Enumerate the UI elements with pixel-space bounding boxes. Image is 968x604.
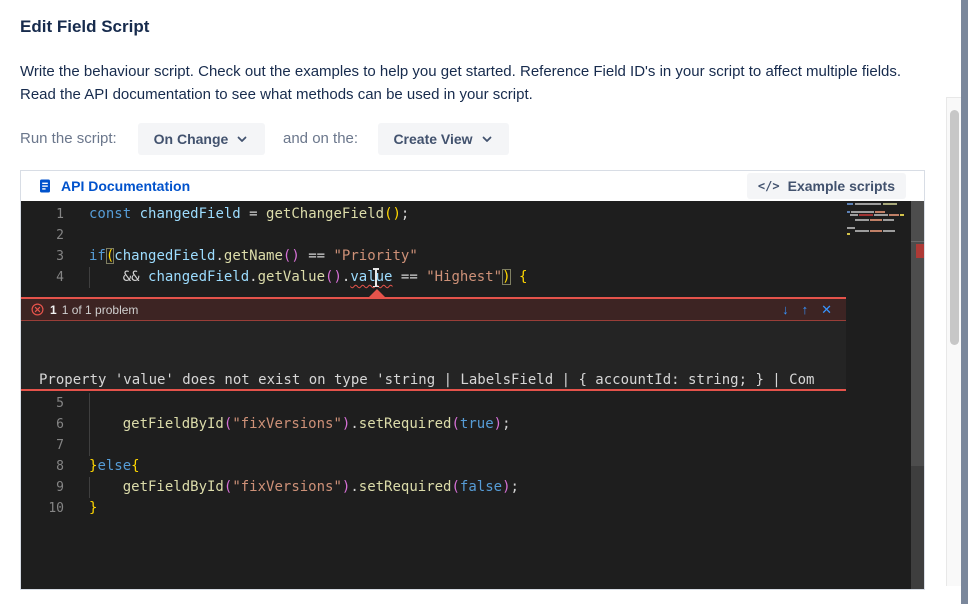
minimap-line [874,214,888,216]
minimap-line [847,211,850,213]
chevron-down-icon [480,132,494,146]
problem-message-line-1: Property 'value' does not exist on type … [21,370,846,389]
minimap-line [883,230,895,232]
run-script-label: Run the script: [20,130,117,147]
code-line[interactable]: 7 [21,435,924,456]
minimap-line [851,211,874,213]
close-icon[interactable]: ✕ [821,303,832,316]
next-problem-icon[interactable]: ↓ [782,303,789,316]
code-line[interactable]: 8}else{ [21,456,924,477]
code-line[interactable]: 2 [21,225,924,246]
minimap-line [870,230,882,232]
problem-widget-header: 1 1 of 1 problem ↓ ↑ ✕ [21,299,846,321]
line-number: 4 [21,267,64,288]
problem-count: 1 [50,303,57,317]
line-number: 9 [21,477,64,498]
minimap-slider-edge [911,241,924,242]
minimap-line [889,214,899,216]
minimap-line [855,230,869,232]
line-number: 3 [21,246,64,267]
code-line[interactable]: 5 [21,393,924,414]
document-icon [37,178,53,194]
trigger-dropdown-value: On Change [154,131,229,147]
problem-navigator-label: 1 of 1 problem [62,303,139,317]
page-scrollbar-thumb[interactable] [950,110,959,345]
line-number: 7 [21,435,64,456]
line-number: 10 [21,498,64,519]
editor-scrollbar[interactable] [911,201,924,589]
api-documentation-label: API Documentation [61,178,190,194]
code-block-top: 1const changedField = getChangeField();2… [21,204,924,288]
code-block-bottom: 56 getFieldById("fixVersions").setRequir… [21,393,924,519]
script-editor-container: API Documentation </> Example scripts 1c… [20,170,925,590]
minimap-line [900,214,904,216]
page-title: Edit Field Script [20,17,149,37]
error-icon [31,303,44,316]
trigger-dropdown[interactable]: On Change [138,123,265,155]
code-line[interactable]: 6 getFieldById("fixVersions").setRequire… [21,414,924,435]
minimap-line [847,203,853,205]
page-description: Write the behaviour script. Check out th… [20,60,936,106]
line-number: 6 [21,414,64,435]
code-line[interactable]: 3if(changedField.getName() == "Priority" [21,246,924,267]
line-number: 2 [21,225,64,246]
code-line[interactable]: 1const changedField = getChangeField(); [21,204,924,225]
minimap-line [850,214,858,216]
minimap-line [883,203,897,205]
minimap[interactable] [846,202,911,242]
view-dropdown-value: Create View [393,131,472,147]
code-editor[interactable]: 1const changedField = getChangeField();2… [21,201,924,589]
code-line[interactable]: 4 && changedField.getValue().value == "H… [21,267,924,288]
code-icon: </> [758,179,780,193]
code-line[interactable]: 9 getFieldById("fixVersions").setRequire… [21,477,924,498]
line-number: 8 [21,456,64,477]
minimap-line [855,219,869,221]
example-scripts-button[interactable]: </> Example scripts [747,173,906,199]
minimap-line [859,214,873,216]
problem-widget: 1 1 of 1 problem ↓ ↑ ✕ Property 'value' … [21,288,846,393]
line-number: 1 [21,204,64,225]
window-edge-strip [961,0,968,604]
minimap-line [855,203,881,205]
text-cursor [375,268,377,287]
editor-header: API Documentation </> Example scripts [21,171,924,201]
minimap-line [847,227,855,229]
api-documentation-link[interactable]: API Documentation [37,178,190,194]
previous-problem-icon[interactable]: ↑ [802,303,809,316]
minimap-line [847,233,850,235]
problem-message-body: Property 'value' does not exist on type … [21,321,846,389]
and-on-the-label: and on the: [283,130,358,147]
error-overview-marker [916,244,924,258]
chevron-down-icon [235,132,249,146]
code-line[interactable]: 10} [21,498,924,519]
minimap-line [875,211,885,213]
view-dropdown[interactable]: Create View [378,123,509,155]
line-number: 5 [21,393,64,414]
example-scripts-label: Example scripts [788,178,895,194]
minimap-line [883,219,894,221]
minimap-line [870,219,882,221]
